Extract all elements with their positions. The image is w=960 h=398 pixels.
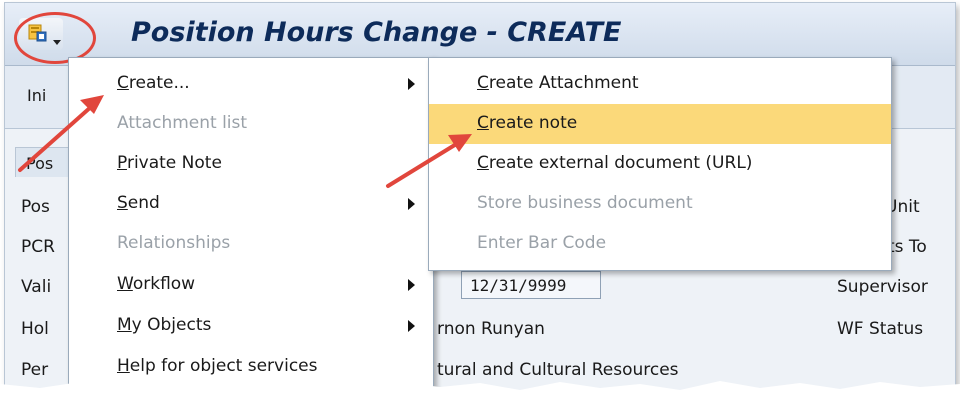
torn-edge-decoration — [0, 381, 960, 398]
annotation-arrow-create-note — [386, 134, 472, 188]
